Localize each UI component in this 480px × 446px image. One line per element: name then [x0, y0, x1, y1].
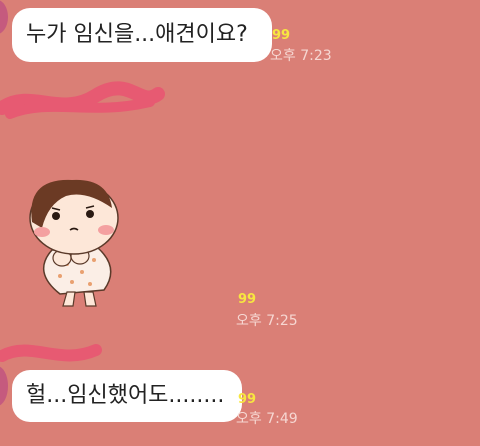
- message-bubble[interactable]: 누가 임신을...애견이요?: [12, 8, 272, 62]
- message-bubble[interactable]: 헐...임신했어도........: [12, 370, 242, 422]
- redaction-scribble: [0, 81, 165, 119]
- unread-count: 99: [238, 292, 257, 307]
- timestamp: 오후 7:25: [236, 313, 298, 329]
- unread-count: 99: [272, 28, 291, 43]
- unread-count: 99: [238, 392, 257, 407]
- timestamp: 오후 7:23: [270, 48, 332, 64]
- sticker-baby[interactable]: [12, 172, 122, 312]
- avatar[interactable]: [0, 0, 8, 34]
- timestamp: 오후 7:49: [236, 411, 298, 427]
